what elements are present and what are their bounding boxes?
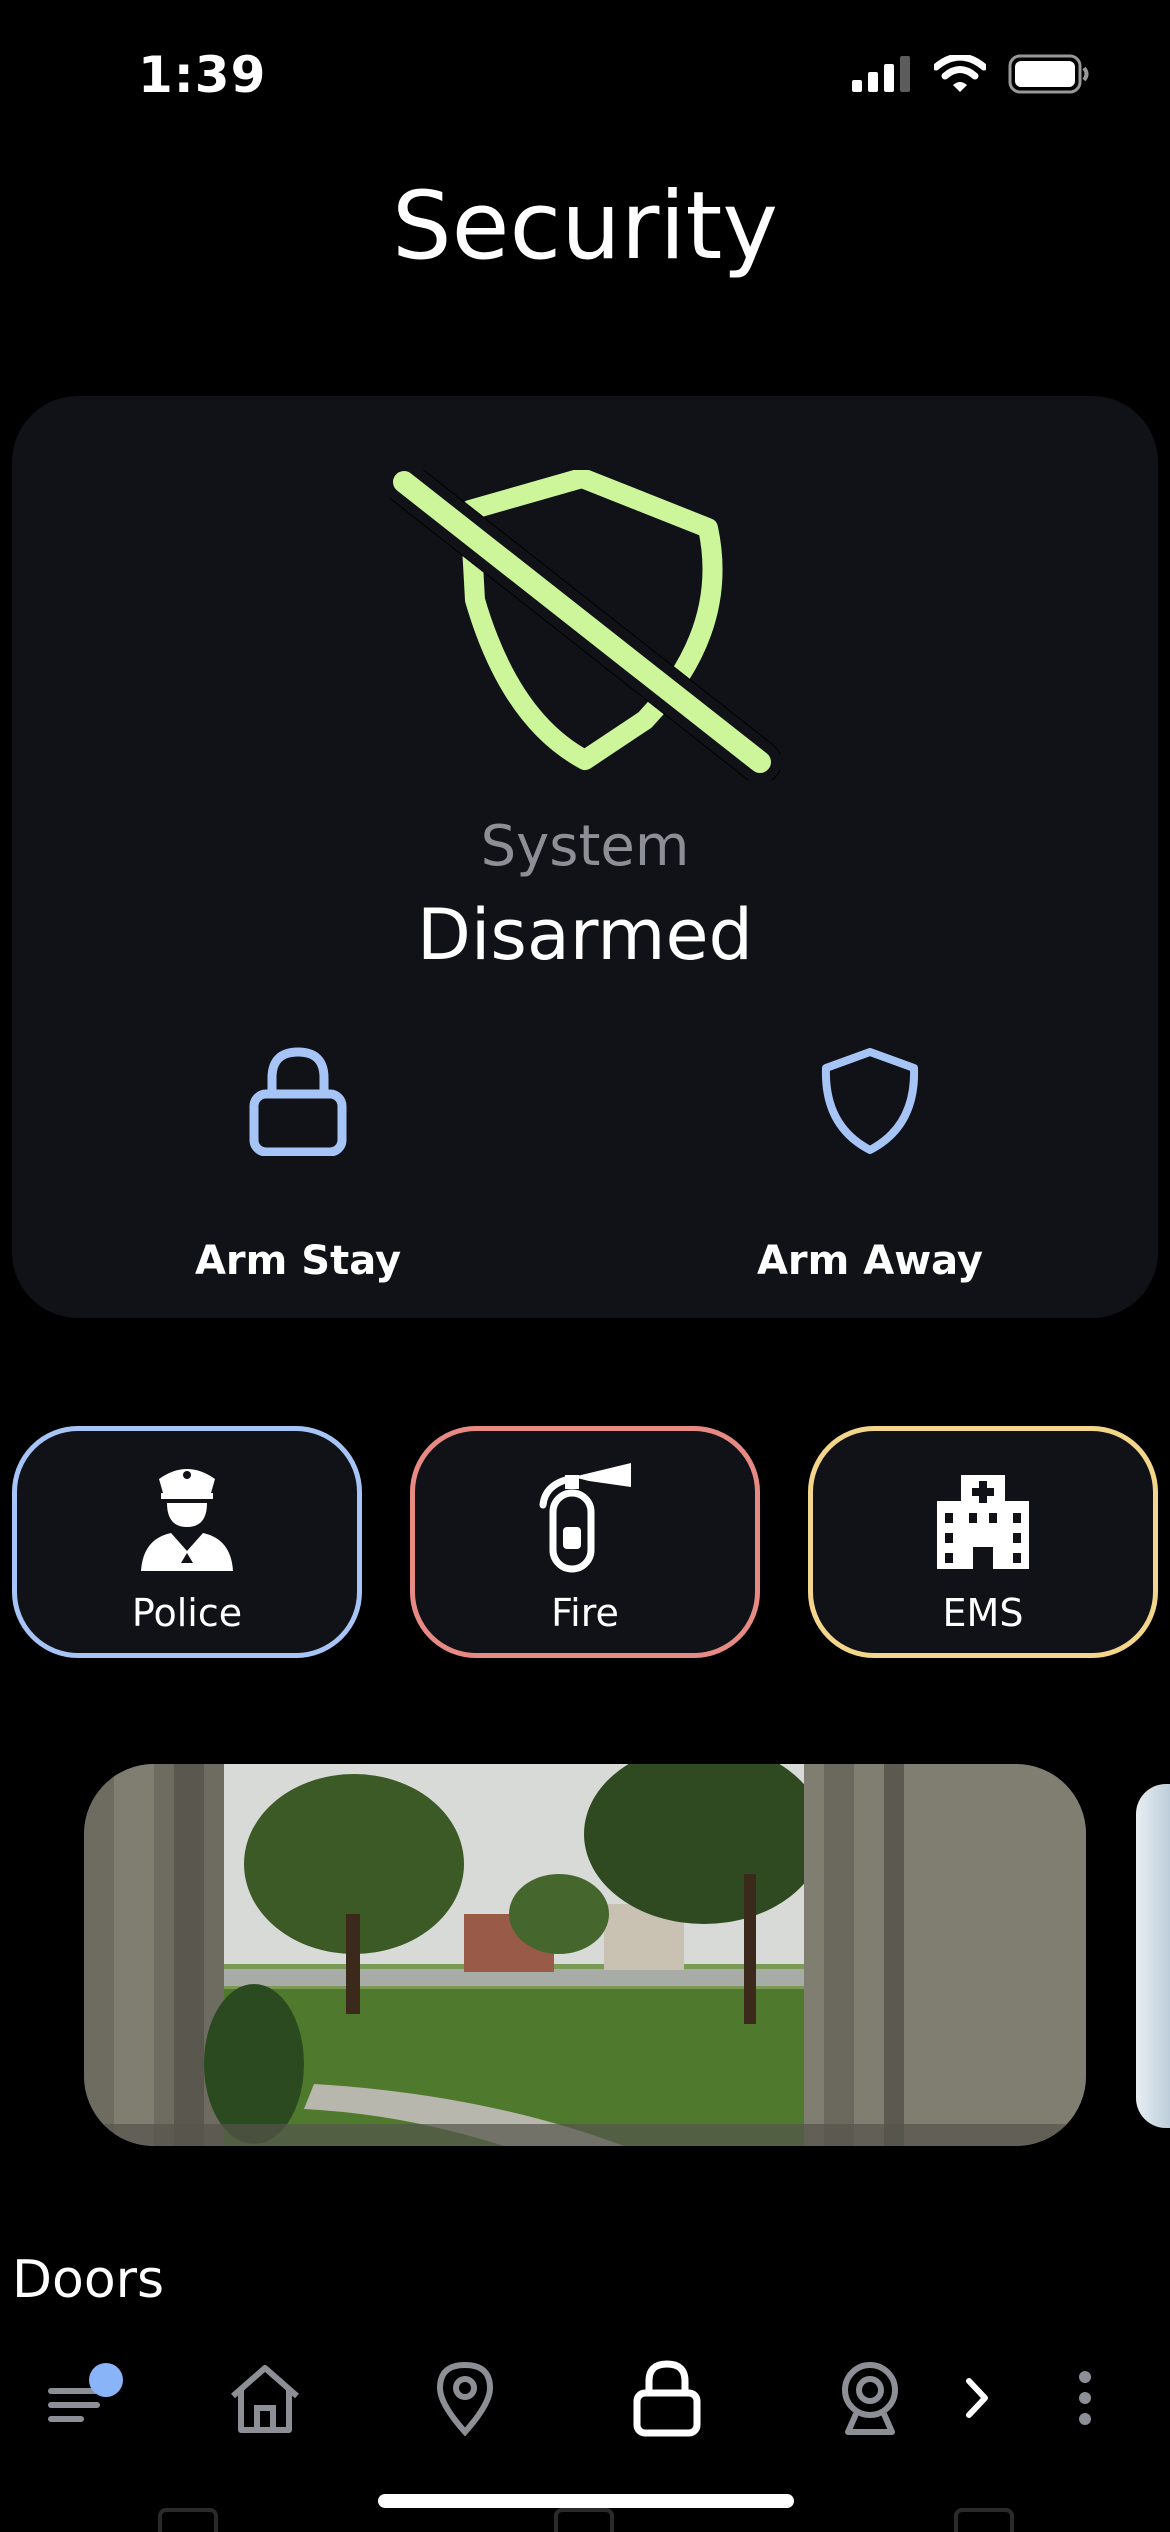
security-screen: 1:39 Security System Disarmed Arm Stay A… <box>0 0 1170 2532</box>
police-label: Police <box>131 1591 243 1635</box>
arm-stay-label: Arm Stay <box>194 1238 402 1284</box>
webcam-icon <box>842 2362 898 2435</box>
ems-label: EMS <box>942 1591 1024 1635</box>
location-tab[interactable] <box>410 2350 520 2446</box>
home-indicator[interactable] <box>378 2494 794 2508</box>
lock-icon <box>633 2360 701 2437</box>
fire-button[interactable]: Fire <box>410 1426 760 1658</box>
cameras-tab[interactable] <box>815 2350 925 2446</box>
doors-section-title: Doors <box>12 2250 165 2308</box>
signal-icon <box>852 56 910 92</box>
notification-badge <box>89 2363 123 2397</box>
status-time: 1:39 <box>138 46 267 104</box>
location-pin-icon <box>436 2361 494 2436</box>
arm-stay-button[interactable]: Arm Stay <box>138 1046 458 1286</box>
next-camera-preview[interactable] <box>1136 1784 1170 2128</box>
fire-extinguisher-icon <box>539 1463 631 1573</box>
camera-image <box>84 1764 1086 2146</box>
arm-away-label: Arm Away <box>756 1238 984 1284</box>
more-tabs-button[interactable] <box>922 2350 1032 2446</box>
ems-button[interactable]: EMS <box>808 1426 1158 1658</box>
battery-icon <box>1008 54 1089 94</box>
ghost-element <box>554 2508 614 2532</box>
page-title: Security <box>391 172 778 281</box>
system-label: System <box>480 814 690 879</box>
home-tab[interactable] <box>210 2350 320 2446</box>
system-state: Disarmed <box>417 894 753 976</box>
home-icon <box>231 2365 299 2433</box>
wifi-icon <box>934 55 986 92</box>
security-tab[interactable] <box>612 2350 722 2446</box>
lock-icon <box>249 1047 347 1156</box>
police-button[interactable]: Police <box>12 1426 362 1658</box>
fire-label: Fire <box>551 1591 619 1635</box>
more-vertical-icon <box>1079 2371 1091 2425</box>
camera-feed[interactable] <box>84 1764 1086 2146</box>
overflow-menu-button[interactable] <box>1030 2350 1140 2446</box>
menu-icon <box>48 2363 123 2422</box>
status-icons <box>852 54 1090 94</box>
ghost-element <box>954 2508 1014 2532</box>
shield-icon <box>821 1048 919 1154</box>
chevron-right-icon <box>966 2378 988 2418</box>
arm-away-button[interactable]: Arm Away <box>710 1046 1030 1286</box>
shield-off-icon <box>390 470 780 780</box>
hospital-icon <box>937 1475 1029 1569</box>
menu-button[interactable] <box>30 2350 140 2446</box>
ghost-element <box>158 2508 218 2532</box>
police-officer-icon <box>141 1469 233 1571</box>
